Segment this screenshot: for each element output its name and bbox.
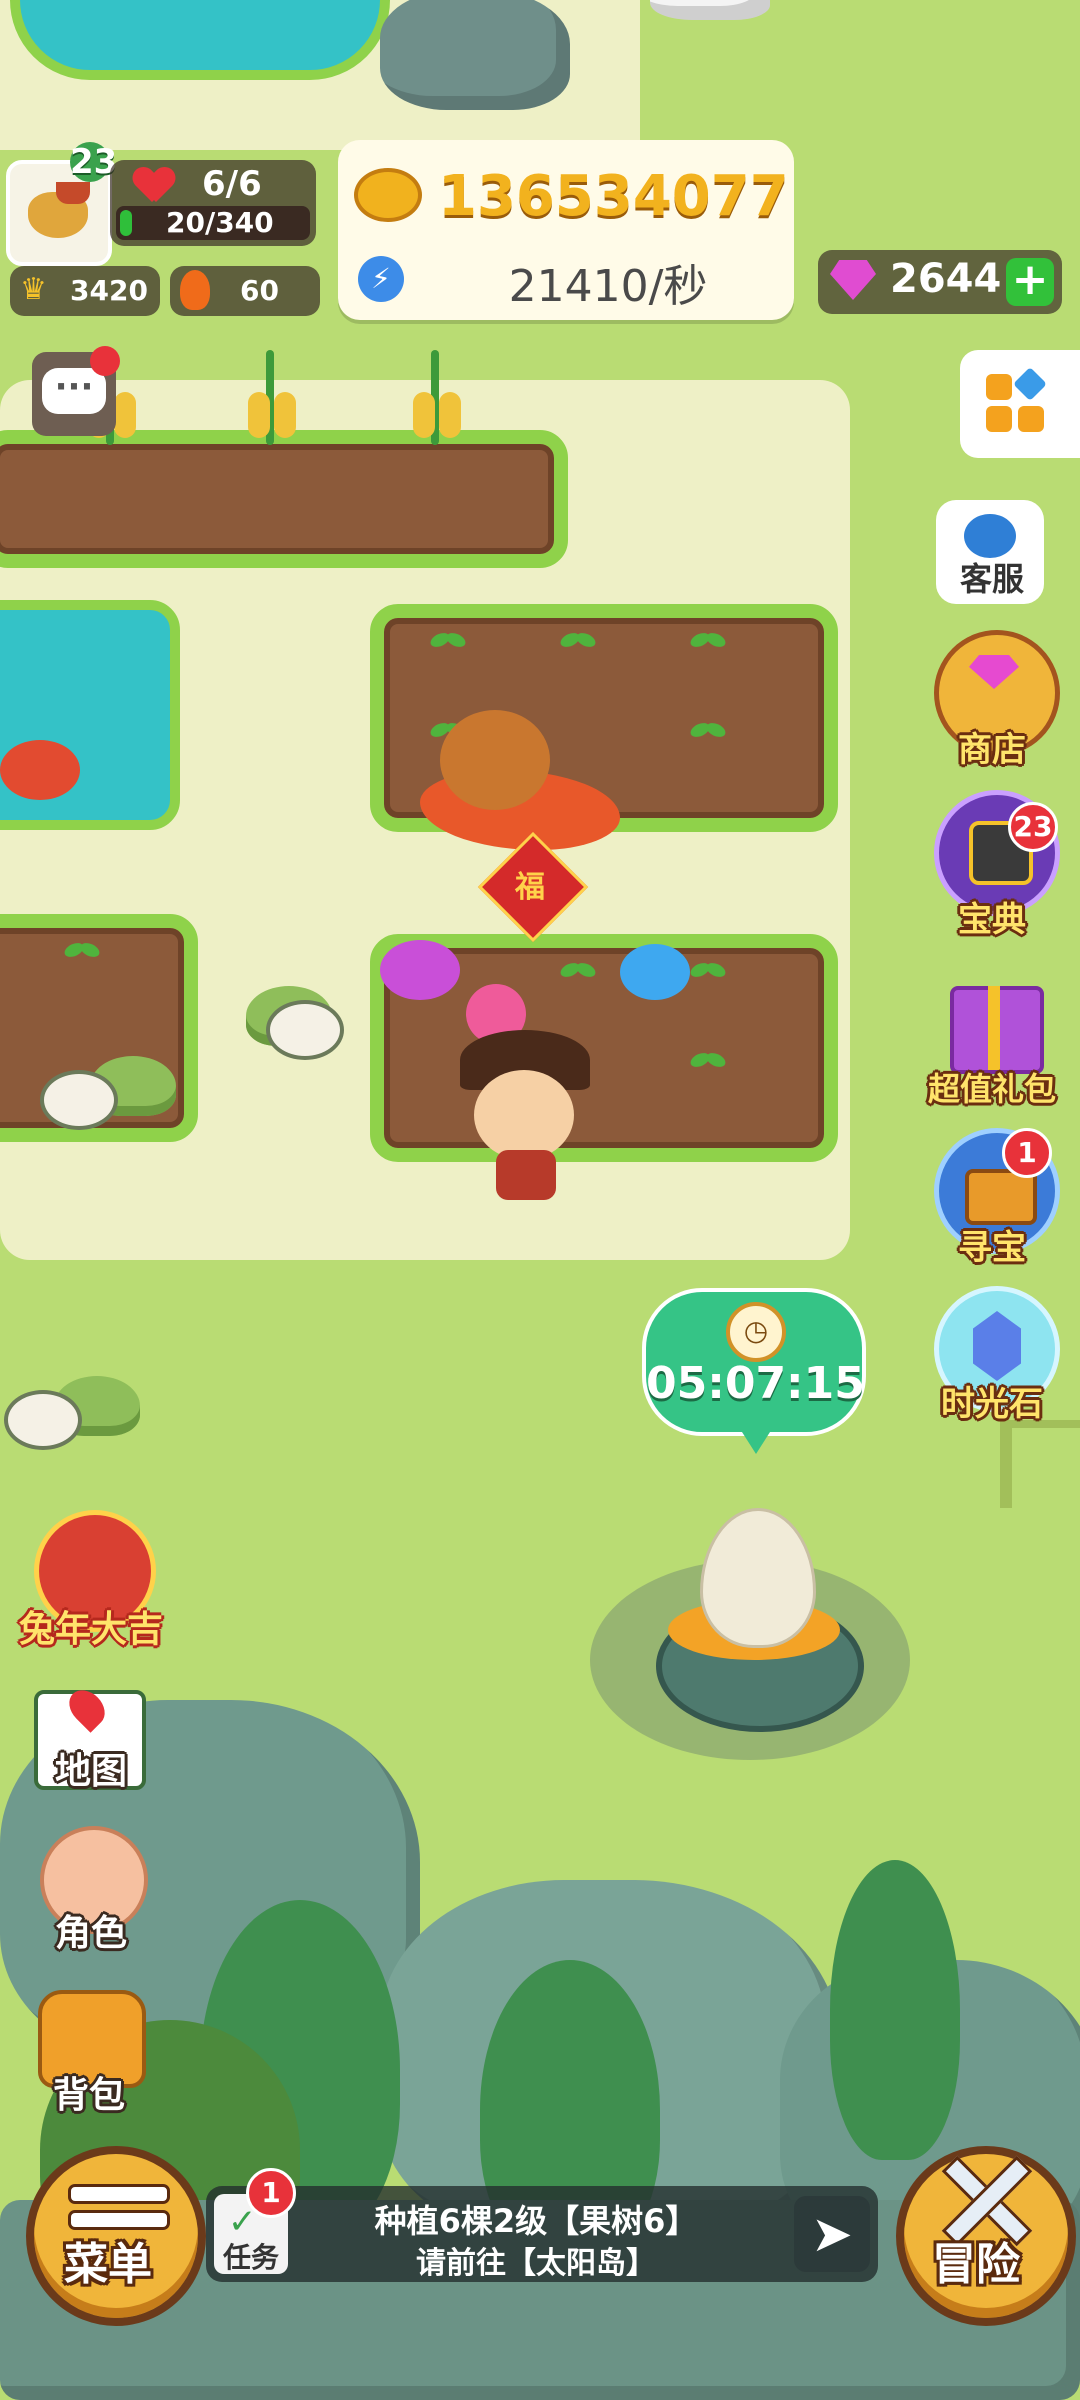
character-button[interactable]: 角色 (20, 1826, 160, 1976)
vine-bed[interactable] (0, 430, 568, 568)
shop-button[interactable]: 商店 (922, 630, 1062, 770)
sprout (690, 720, 726, 750)
vine-plant[interactable] (405, 340, 465, 450)
crown-panel[interactable]: ♛ 3420 (10, 266, 160, 316)
purple-bird[interactable] (380, 940, 460, 1000)
turtle[interactable] (196, 980, 344, 1060)
map-button[interactable]: 地图 (20, 1680, 160, 1820)
avatar-cup (56, 182, 90, 204)
time-stone-button[interactable]: 时光石 (922, 1286, 1062, 1436)
gold-amount: 136534077 (438, 164, 789, 229)
sprout (64, 940, 100, 970)
exp-value: 20/340 (166, 206, 274, 239)
gold-coin-icon (354, 168, 422, 222)
sprout (560, 630, 596, 660)
sprout (430, 630, 466, 660)
shop-gem (969, 655, 1019, 689)
fire-icon (180, 270, 210, 310)
gem-icon (830, 260, 876, 300)
crown-icon: ♛ (20, 272, 47, 307)
crown-value: 3420 (70, 274, 148, 307)
map-pin (62, 1683, 112, 1733)
grid-icon (986, 374, 1012, 400)
blue-bird[interactable] (620, 944, 690, 1000)
grid-icon-part (1018, 406, 1044, 432)
turtle[interactable] (40, 1050, 180, 1130)
value-pack-label: 超值礼包 (927, 1070, 1056, 1108)
task-description: 种植6棵2级【果树6】 (374, 2202, 698, 2240)
menu-label: 菜单 (64, 2239, 152, 2290)
rock (380, 0, 570, 110)
vine-plant[interactable] (240, 340, 300, 450)
sprout (560, 960, 596, 990)
rabbit-year-label: 兔年大吉 (18, 1609, 163, 1650)
gem-panel: 2644 + (818, 250, 1062, 314)
value-pack-button[interactable]: 超值礼包 (922, 966, 1062, 1116)
task-go-arrow-icon[interactable]: ➤ (794, 2196, 870, 2272)
task-badge: 1 (246, 2168, 296, 2218)
game-scene: 福 (0, 0, 1080, 2400)
chat-button[interactable]: ··· (32, 346, 120, 436)
hp-exp-panel: 6/6 20/340 (110, 160, 316, 246)
player-character[interactable] (474, 1070, 574, 1160)
fire-panel[interactable]: 60 (170, 266, 320, 316)
lightning-icon: ⚡ (358, 256, 404, 302)
treasure-hunt-button[interactable]: 1 寻宝 (922, 1128, 1062, 1278)
chat-bubble-icon: ··· (42, 368, 106, 414)
egg-timer-bubble[interactable]: ◷ 05:07:15 (642, 1288, 866, 1454)
gem-amount: 2644 (890, 256, 1002, 302)
rock (650, 0, 770, 20)
turtle[interactable] (4, 1370, 144, 1450)
codex-button[interactable]: 23 宝典 (922, 790, 1062, 940)
codex-badge: 23 (1008, 802, 1058, 852)
codex-label: 宝典 (958, 900, 1026, 940)
time-stone-gem (973, 1311, 1021, 1381)
treasure-hunt-label: 寻宝 (958, 1228, 1026, 1268)
backpack-button[interactable]: 背包 (20, 1990, 160, 2140)
player-level-badge: 23 (70, 142, 118, 182)
backpack-label: 背包 (52, 2075, 125, 2116)
gold-rate: 21410/秒 (508, 261, 708, 312)
shop-label: 商店 (958, 730, 1026, 770)
heart-icon (134, 168, 174, 204)
task-destination: 请前往【太阳岛】 (416, 2246, 656, 2281)
fortune-charm-text: 福 (515, 870, 545, 905)
fire-value: 60 (240, 274, 279, 307)
currency-panel: 136534077 ⚡ 21410/秒 (338, 140, 794, 320)
gift-ribbon (988, 986, 1000, 1070)
feature-grid-button[interactable] (960, 350, 1080, 458)
menu-icon-line (68, 2210, 170, 2230)
adventure-label: 冒险 (932, 2239, 1020, 2290)
egg-timer-text: 05:07:15 (646, 1358, 865, 1409)
character-label: 角色 (54, 1913, 127, 1954)
sprout (690, 630, 726, 660)
hp-value: 6/6 (202, 164, 262, 204)
map-label: 地图 (54, 1751, 127, 1792)
treasure-hunt-badge: 1 (1002, 1128, 1052, 1178)
menu-icon (68, 2184, 170, 2204)
customer-service-button[interactable]: 客服 (922, 500, 1062, 610)
top-pond (10, 0, 390, 80)
grid-icon-part (986, 406, 1012, 432)
add-gems-button[interactable]: + (1006, 258, 1054, 306)
task-label: 任务 (222, 2241, 279, 2274)
chat-notification-dot (90, 346, 120, 376)
time-stone-label: 时光石 (941, 1384, 1043, 1424)
player-body (496, 1150, 556, 1200)
sprout (690, 960, 726, 990)
sprout (690, 1050, 726, 1080)
customer-service-label: 客服 (959, 560, 1024, 598)
clock-icon: ◷ (726, 1302, 786, 1362)
monkey-pet[interactable] (440, 710, 550, 810)
crab[interactable] (0, 740, 80, 800)
headset-shape (964, 514, 1016, 558)
exp-bar-fill (120, 210, 132, 236)
grid-icon-part (1013, 367, 1047, 401)
rabbit-year-button[interactable]: 兔年大吉 (19, 1510, 163, 1650)
task-bar[interactable]: ✓ 任务 1 种植6棵2级【果树6】 请前往【太阳岛】 ➤ (206, 2168, 878, 2282)
pine-tree (830, 1860, 960, 2160)
